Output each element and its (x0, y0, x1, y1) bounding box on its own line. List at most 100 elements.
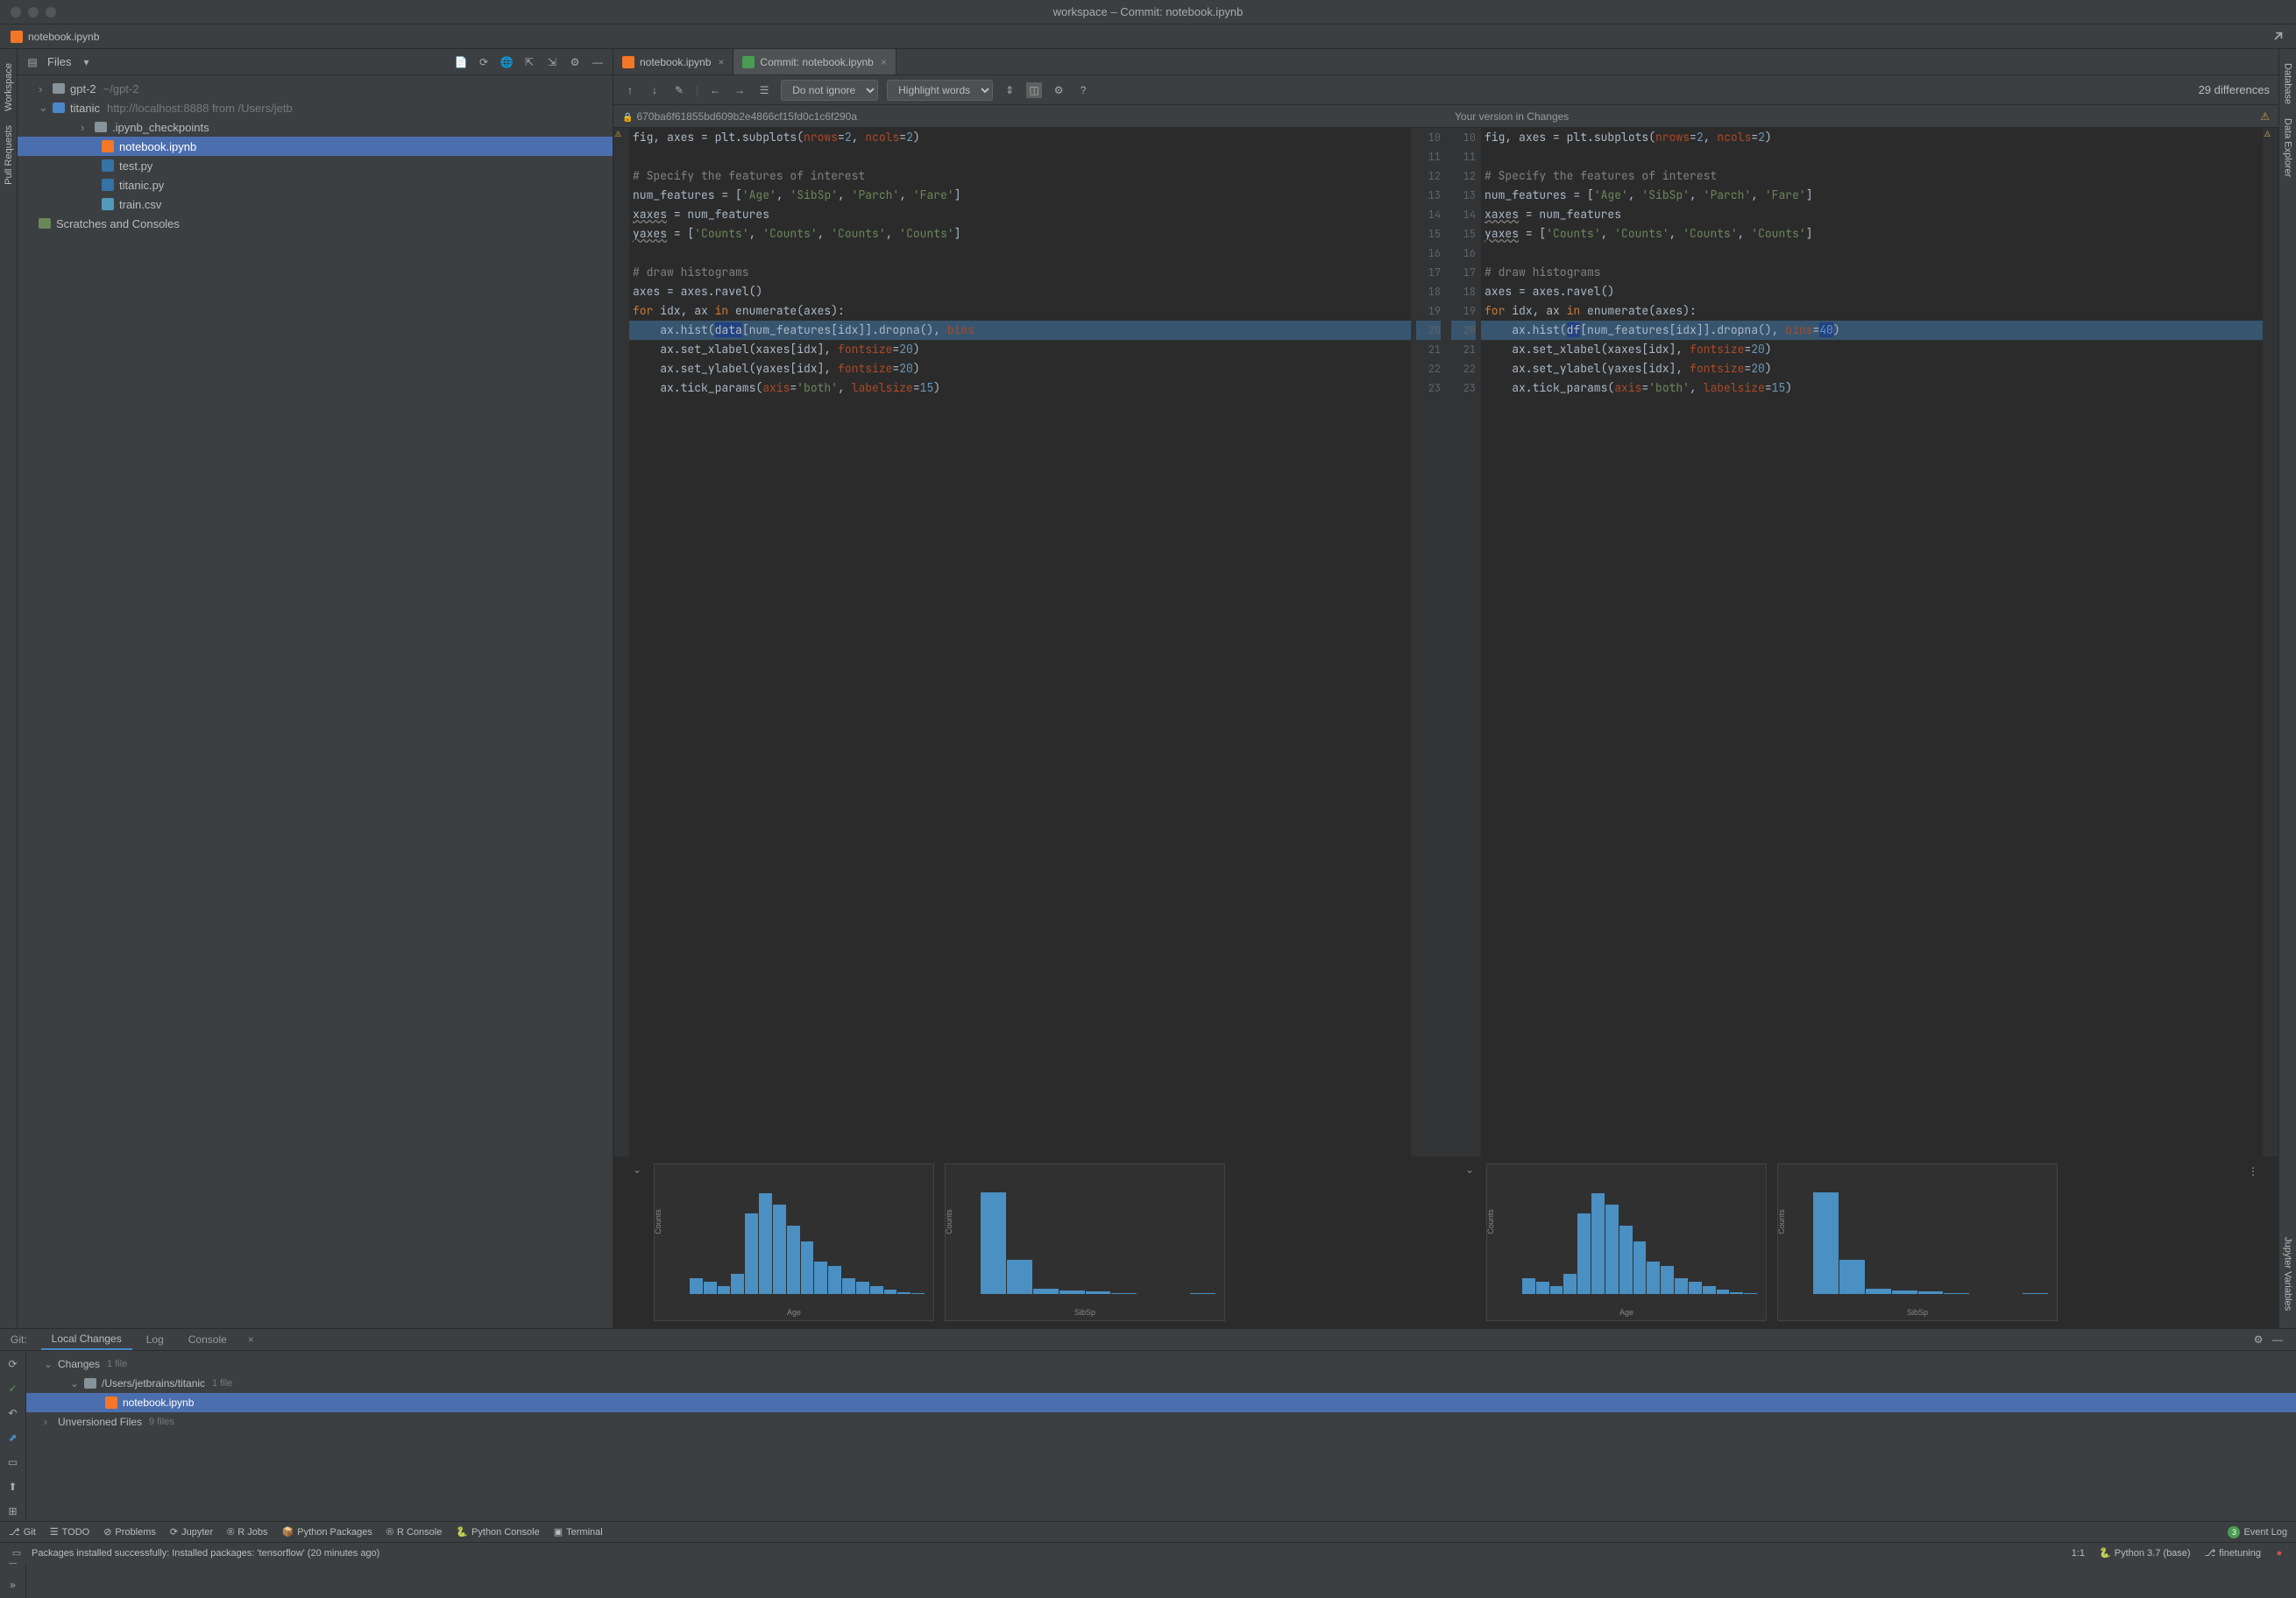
collapse-diff-icon[interactable]: ⇕ (1002, 82, 1017, 98)
diff-left-pane[interactable]: fig, axes = plt.subplots(nrows=2, ncols=… (613, 128, 1446, 1156)
workspace-tool[interactable]: Workspace (4, 63, 14, 111)
globe-icon[interactable]: 🌐 (499, 54, 514, 70)
rollback-icon[interactable]: ↶ (5, 1405, 21, 1421)
editor-tab-notebook[interactable]: notebook.ipynb × (613, 49, 733, 74)
database-tool[interactable]: Database (2283, 63, 2293, 104)
project-tree[interactable]: › gpt-2 ~/gpt-2 ⌄ titanic http://localho… (18, 75, 613, 1328)
unversioned-header[interactable]: › Unversioned Files 9 files (26, 1412, 2296, 1432)
edit-icon[interactable]: ✎ (671, 82, 687, 98)
status-jupyter[interactable]: ⟳ Jupyter (170, 1526, 213, 1538)
collapse-all-icon[interactable]: ⇲ (544, 54, 560, 70)
refresh-icon[interactable]: ⟳ (476, 54, 492, 70)
status-rjobs[interactable]: ® R Jobs (227, 1527, 267, 1538)
status-problems[interactable]: ⊘ Problems (103, 1526, 156, 1538)
tree-node-titanic[interactable]: ⌄ titanic http://localhost:8888 from /Us… (18, 98, 613, 117)
chevron-down-icon[interactable]: ⌄ (44, 1358, 54, 1370)
tree-node-scratches[interactable]: Scratches and Consoles (18, 214, 613, 233)
more-icon[interactable]: » (5, 1577, 21, 1593)
status-todo[interactable]: ☰ TODO (50, 1526, 89, 1538)
tree-node-testpy[interactable]: test.py (18, 156, 613, 175)
git-branch[interactable]: ⎇ finetuning (2205, 1547, 2261, 1559)
collapse-output-icon[interactable]: ⌄ (1463, 1163, 1476, 1176)
side-by-side-icon[interactable]: ◫ (1026, 82, 1042, 98)
close-icon[interactable]: × (718, 56, 724, 68)
group-icon[interactable]: ⊞ (5, 1503, 21, 1519)
expand-all-icon[interactable]: ⇱ (521, 54, 537, 70)
chevron-right-icon[interactable]: › (39, 82, 49, 95)
project-title[interactable]: Files (47, 55, 71, 68)
window-controls (11, 7, 56, 18)
status-git[interactable]: ⎇ Git (9, 1526, 36, 1538)
status-pypackages[interactable]: 📦 Python Packages (282, 1526, 372, 1538)
git-panel: Git: Local Changes Log Console × ⚙ — ⟳ ✓… (0, 1328, 2296, 1521)
changed-file[interactable]: notebook.ipynb (26, 1393, 2296, 1412)
error-indicator-icon[interactable]: ● (2271, 1545, 2287, 1561)
nav-file[interactable]: notebook.ipynb (28, 31, 99, 43)
maximize-window[interactable] (46, 7, 56, 18)
status-bar: ⎇ Git ☰ TODO ⊘ Problems ⟳ Jupyter ® R Jo… (0, 1521, 2296, 1542)
tree-node-gpt2[interactable]: › gpt-2 ~/gpt-2 (18, 79, 613, 98)
chevron-down-icon[interactable]: ⌄ (70, 1377, 81, 1389)
minimize-panel-icon[interactable]: — (2270, 1332, 2285, 1347)
status-event-log[interactable]: 3 Event Log (2228, 1526, 2287, 1538)
list-icon[interactable]: ☰ (756, 82, 772, 98)
refresh-icon[interactable]: ⟳ (5, 1356, 21, 1372)
path-label: /Users/jetbrains/titanic (102, 1377, 205, 1389)
tree-node-checkpoints[interactable]: › .ipynb_checkpoints (18, 117, 613, 137)
settings-icon[interactable]: ⚙ (567, 54, 583, 70)
right-code[interactable]: fig, axes = plt.subplots(nrows=2, ncols=… (1481, 128, 2263, 1156)
editor-tab-commit[interactable]: Commit: notebook.ipynb × (733, 49, 896, 74)
scratches-icon (39, 218, 51, 229)
tab-log[interactable]: Log (136, 1330, 174, 1349)
changes-path[interactable]: ⌄ /Users/jetbrains/titanic 1 file (26, 1374, 2296, 1393)
close-icon[interactable]: × (248, 1333, 254, 1346)
tree-node-titanicpy[interactable]: titanic.py (18, 175, 613, 194)
tab-local-changes[interactable]: Local Changes (41, 1329, 132, 1350)
chevron-right-icon[interactable]: › (44, 1416, 54, 1428)
info-icon[interactable]: ▭ (9, 1545, 25, 1561)
changes-count: 1 file (107, 1359, 127, 1369)
diff-right-pane[interactable]: 1011121314151617181920212223 fig, axes =… (1446, 128, 2278, 1156)
data-explorer-tool[interactable]: Data Explorer (2283, 118, 2293, 177)
undo-icon[interactable]: ← (707, 82, 723, 98)
chevron-right-icon[interactable]: › (81, 121, 91, 134)
redo-icon[interactable]: → (732, 82, 748, 98)
upload-icon[interactable]: ⬆ (5, 1479, 21, 1495)
chart-sibsp-right: Counts SibSp (1777, 1163, 2058, 1321)
open-external-icon[interactable] (2270, 29, 2285, 45)
panel-settings-icon[interactable]: ⚙ (2250, 1332, 2266, 1347)
changes-header[interactable]: ⌄ Changes 1 file (26, 1354, 2296, 1374)
interpreter[interactable]: 🐍 Python 3.7 (base) (2099, 1547, 2191, 1559)
left-code[interactable]: fig, axes = plt.subplots(nrows=2, ncols=… (629, 128, 1411, 1156)
new-file-icon[interactable]: 📄 (453, 54, 469, 70)
prev-diff-icon[interactable]: ↑ (622, 82, 638, 98)
tree-node-traincsv[interactable]: train.csv (18, 194, 613, 214)
tree-node-notebook[interactable]: notebook.ipynb (18, 137, 613, 156)
collapse-output-icon[interactable]: ⌄ (631, 1163, 643, 1176)
tab-console[interactable]: Console (178, 1330, 237, 1349)
ignore-select[interactable]: Do not ignore (781, 80, 878, 101)
status-terminal[interactable]: ▣ Terminal (554, 1526, 603, 1538)
minimize-panel-icon[interactable]: — (590, 54, 606, 70)
status-pyconsole[interactable]: 🐍 Python Console (456, 1526, 539, 1538)
status-rconsole[interactable]: ® R Console (386, 1527, 442, 1538)
diff-settings-icon[interactable]: ⚙ (1051, 82, 1067, 98)
chevron-down-icon[interactable]: ⌄ (39, 101, 49, 115)
minimize-window[interactable] (28, 7, 39, 18)
shelf-icon[interactable]: ▭ (5, 1454, 21, 1470)
jupyter-vars-tool[interactable]: Jupyter Variables (2283, 1237, 2293, 1311)
highlight-select[interactable]: Highlight words (887, 80, 993, 101)
diff-icon[interactable]: ⬈ (5, 1430, 21, 1446)
more-icon[interactable]: ⋮ (2245, 1163, 2261, 1179)
project-view-icon[interactable]: ▤ (25, 54, 40, 70)
dropdown-icon[interactable]: ▾ (78, 54, 94, 70)
close-window[interactable] (11, 7, 21, 18)
diff-help-icon[interactable]: ? (1075, 82, 1091, 98)
next-diff-icon[interactable]: ↓ (647, 82, 663, 98)
commit-icon[interactable]: ✓ (5, 1381, 21, 1396)
close-icon[interactable]: × (881, 56, 887, 68)
pull-requests-tool[interactable]: Pull Requests (4, 125, 14, 185)
cursor-position[interactable]: 1:1 (2072, 1548, 2085, 1559)
warning-icon[interactable]: ⚠ (2260, 110, 2270, 123)
diff-content[interactable]: fig, axes = plt.subplots(nrows=2, ncols=… (613, 128, 2278, 1156)
